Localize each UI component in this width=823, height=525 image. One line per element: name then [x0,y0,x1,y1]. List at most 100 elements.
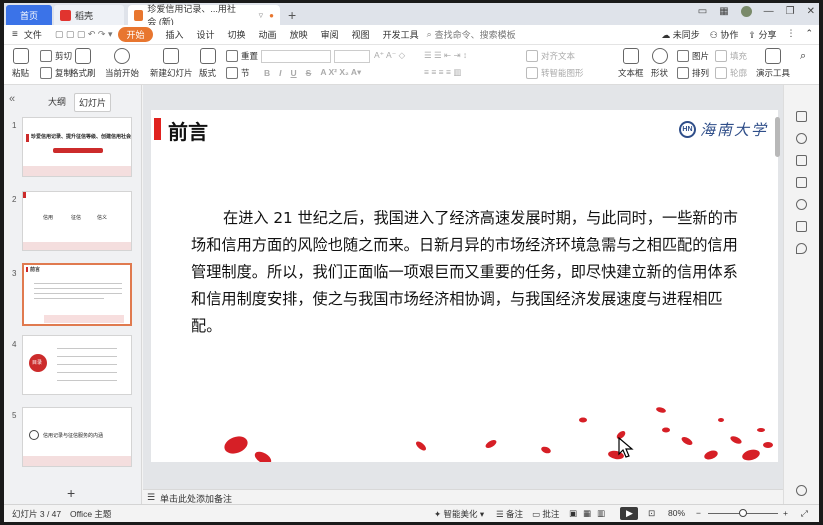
outline-button[interactable]: 轮廓 [715,67,747,79]
slide-number: 3 [12,269,17,278]
transition-icon[interactable] [796,177,807,188]
design-icon[interactable] [796,133,807,144]
smart-beautify-button[interactable]: ✦ 智能美化 ▾ [434,508,484,520]
menu-insert[interactable]: 插入 [166,28,184,41]
slide-counter: 幻灯片 3 / 47 [12,509,62,519]
zoom-out-button[interactable]: − [696,508,701,518]
font-name-select[interactable] [261,50,331,63]
view-mode-buttons[interactable]: ▣▦▥ [569,508,611,519]
menu-developer[interactable]: 开发工具 [383,28,419,41]
tab-outline[interactable]: 大纲 [48,95,66,108]
slide-thumbnail-5[interactable]: 信用记录与征信服务的内涵 [22,407,132,467]
zoom-in-button[interactable]: + [783,508,788,518]
collapse-ribbon-icon[interactable]: ⌃ [805,28,813,41]
cut-button[interactable]: 剪切 [40,50,72,62]
vertical-scrollbar[interactable] [774,87,781,487]
text-effects-buttons[interactable]: A X² X₂ A▾ [320,67,361,78]
align-text-button[interactable]: 对齐文本 [526,50,575,62]
menu-view[interactable]: 视图 [352,28,370,41]
command-search[interactable]: ⌕ 查找命令、搜索模板 [427,28,516,41]
align-buttons[interactable]: ≡ ≡ ≡ ≡ ▥ [424,67,461,78]
menu-start[interactable]: 开始 [118,27,153,42]
layout-icon[interactable]: ▭ [698,6,707,17]
format-painter-button[interactable]: 格式刷 [70,48,96,79]
picture-button[interactable]: 图片 [677,50,709,62]
fill-button[interactable]: 填充 [715,50,747,62]
theme-name[interactable]: Office 主题 [70,508,111,520]
layout-button[interactable]: 版式 [199,48,216,79]
bold-button[interactable]: B [264,68,270,78]
menu-quick-icons[interactable]: ▢ ▢ ▢ ↶ ↷ ▾ [55,29,113,40]
paste-button[interactable]: 粘贴 [12,48,29,79]
scroll-thumb[interactable] [775,117,780,157]
strike-button[interactable]: S [306,68,312,78]
minimize-icon[interactable]: — [764,6,774,17]
collaborate-button[interactable]: ⚇ 协作 [710,28,739,41]
restore-icon[interactable]: ❐ [786,6,795,17]
copy-button[interactable]: 复制 [40,67,72,79]
slide-thumbnail-4[interactable]: 目录 [22,335,132,395]
help-icon[interactable] [796,199,807,210]
grid-icon[interactable]: ▦ [719,6,728,17]
animation-icon[interactable] [796,155,807,166]
fill-icon [715,50,727,62]
thumb-decoration [23,242,131,250]
thumb-text-line [57,372,117,373]
zoom-slider-handle[interactable] [739,509,747,517]
arrange-button[interactable]: 排列 [677,67,709,79]
more-icon[interactable]: ⋮ [786,28,795,41]
play-current-button[interactable]: 当前开始 [105,48,139,79]
notes-label: 备注 [505,509,523,519]
new-slide-label: 新建幻灯片 [150,68,193,78]
font-size-buttons[interactable]: A⁺ A⁻ ◇ [374,50,405,61]
tab-slides[interactable]: 幻灯片 [74,93,112,112]
add-slide-button[interactable]: + [67,485,75,501]
notes-button[interactable]: ☰ 备注 [496,508,523,520]
backup-icon[interactable] [796,221,807,232]
convert-smartart-button[interactable]: 转智能图形 [526,67,584,79]
tab-daoke[interactable]: 稻壳 [54,5,124,25]
fit-window-icon[interactable]: ⊡ [648,508,655,519]
slide-canvas[interactable]: 前言 HN 海南大学 在进入 21 世纪之后，我国进入了经济高速发展时期，与此同… [151,110,778,462]
share-button[interactable]: ⇪ 分享 [748,28,776,41]
menu-design[interactable]: 设计 [197,28,215,41]
menu-animation[interactable]: 动画 [259,28,277,41]
new-slide-button[interactable]: 新建幻灯片 [150,48,193,79]
zoom-level[interactable]: 80% [668,508,685,518]
tab-home[interactable]: 首页 [6,5,52,25]
find-icon[interactable]: ⌕ [800,50,806,63]
close-icon[interactable]: ✕ [807,6,815,17]
menu-slideshow[interactable]: 放映 [290,28,308,41]
section-button[interactable]: 节 [226,67,250,79]
textbox-button[interactable]: 文本框 [618,48,644,79]
reset-button[interactable]: 重置 [226,50,258,62]
object-properties-icon[interactable] [796,111,807,122]
slide-thumbnail-1[interactable]: 珍爱信用记录、提升征信等级、创建信用社会 [22,117,132,177]
fullscreen-icon[interactable]: ⤢ [801,508,808,519]
slide-panel: « 大纲 幻灯片 1 珍爱信用记录、提升征信等级、创建信用社会 2 信用 征信 … [4,85,142,504]
play-slideshow-button[interactable]: ▶ [620,507,638,520]
underline-button[interactable]: U [291,68,297,78]
tab-document[interactable]: 珍爱信用记录、...用社会 (新) ▿ ● [128,4,280,27]
shape-button[interactable]: 形状 [651,48,668,79]
menu-review[interactable]: 审阅 [321,28,339,41]
new-tab-button[interactable]: + [288,7,296,23]
comments-button[interactable]: ▭ 批注 [532,508,559,520]
menu-switch[interactable]: 切换 [228,28,246,41]
font-size-select[interactable] [334,50,370,63]
slide-thumbnail-3[interactable]: 前言 [22,263,132,326]
menu-file[interactable]: 文件 [24,28,42,41]
italic-button[interactable]: I [279,68,281,78]
notes-pane[interactable]: ☰ 单击此处添加备注 [143,489,783,504]
tab-dropdown-icon[interactable]: ▿ [259,10,264,21]
avatar[interactable] [740,6,752,17]
paragraph-buttons[interactable]: ☰ ☰ ⇤ ⇥ ↕ [424,50,467,61]
sync-status[interactable]: ☁ 未同步 [661,28,700,41]
settings-icon[interactable] [796,485,807,496]
presentation-tools-button[interactable]: 演示工具 [756,48,790,79]
hamburger-icon[interactable]: ≡ [12,29,18,40]
collapse-panel-icon[interactable]: « [9,93,15,105]
location-icon[interactable] [796,243,807,254]
thumb-title: 珍爱信用记录、提升征信等级、创建信用社会 [31,134,132,140]
slide-thumbnail-2[interactable]: 信用 征信 信义 [22,191,132,251]
